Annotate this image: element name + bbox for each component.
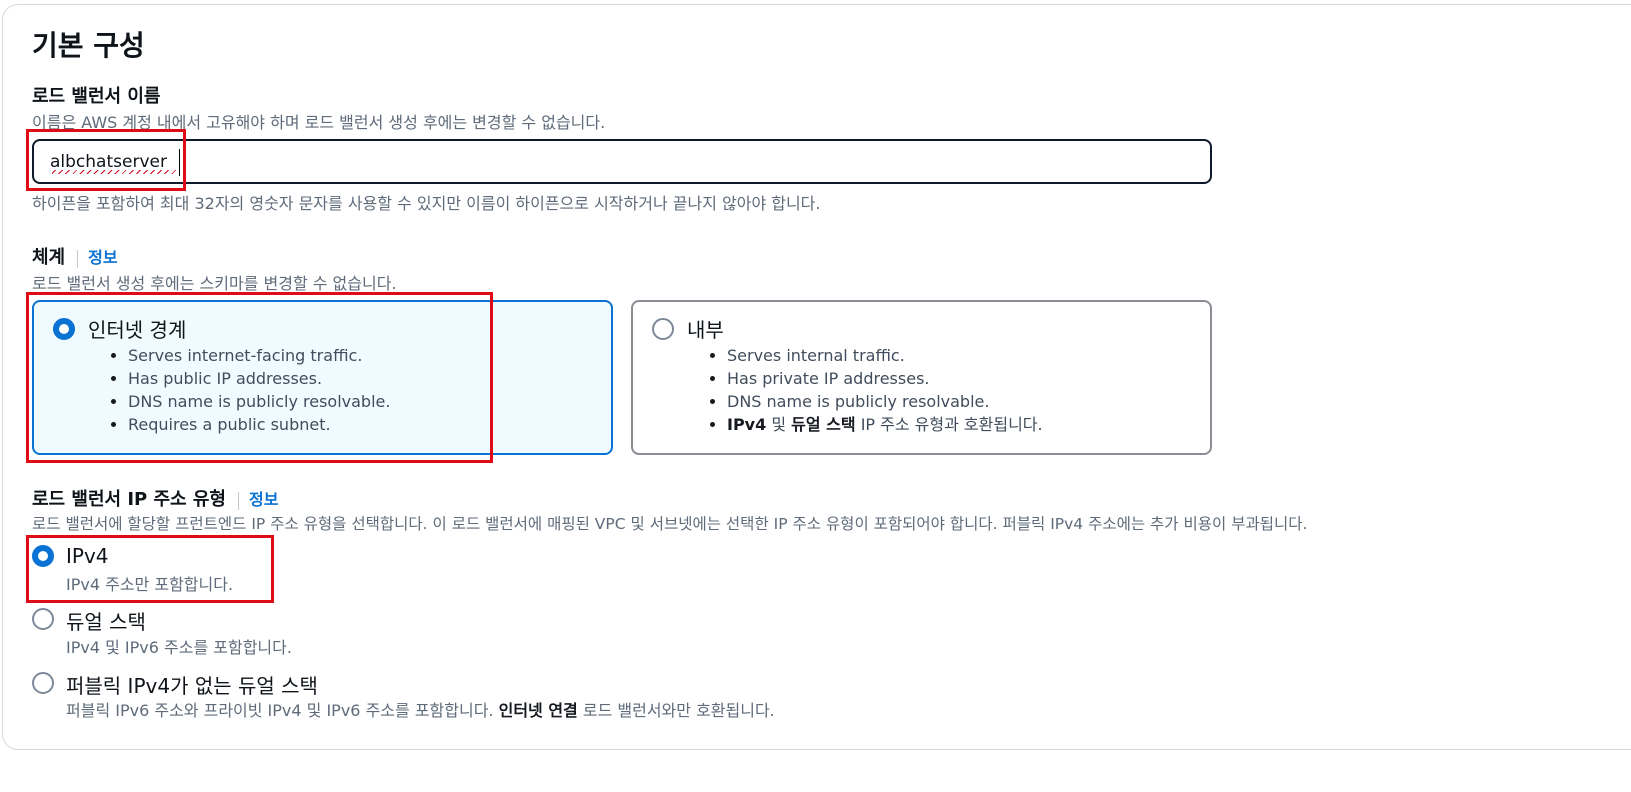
ip-option-ipv4-title[interactable]: IPv4 xyxy=(66,544,109,568)
ip-option-dualstack-title[interactable]: 듀얼 스택 xyxy=(66,606,146,635)
bullet-item: Requires a public subnet. xyxy=(128,413,390,436)
bold-internet-facing: 인터넷 연결 xyxy=(498,701,578,720)
internal-bullets: Serves internal traffic. Has private IP … xyxy=(707,344,1043,436)
bullet-item: Serves internet-facing traffic. xyxy=(128,344,390,367)
bullet-item: Has private IP addresses. xyxy=(727,367,1043,390)
ip-option-dualstack-no-ipv4-desc: 퍼블릭 IPv6 주소와 프라이빗 IPv4 및 IPv6 주소를 포함합니다.… xyxy=(66,697,775,721)
scheme-tile-internal[interactable]: 내부 Serves internal traffic. Has private … xyxy=(631,300,1212,455)
bullet-item-compat: IPv4 및 듀얼 스택 IP 주소 유형과 호환됩니다. xyxy=(727,413,1043,436)
lb-name-field[interactable] xyxy=(32,139,1212,184)
radio-internal[interactable] xyxy=(652,318,674,340)
ip-type-description: 로드 밸런서에 할당할 프런트엔드 IP 주소 유형을 선택합니다. 이 로드 … xyxy=(32,515,1308,533)
spellcheck-underline xyxy=(52,170,176,174)
radio-dualstack[interactable] xyxy=(32,608,54,630)
ip-type-label: 로드 밸런서 IP 주소 유형 xyxy=(32,489,226,510)
scheme-title-internet-facing: 인터넷 경계 xyxy=(88,318,187,342)
ip-option-ipv4-desc: IPv4 주소만 포함합니다. xyxy=(66,575,234,594)
ip-option-dualstack-no-ipv4-title[interactable]: 퍼블릭 IPv4가 없는 듀얼 스택 xyxy=(66,670,318,699)
bold-dualstack: 듀얼 스택 xyxy=(791,415,856,434)
scheme-info-link[interactable]: 정보 xyxy=(88,248,117,267)
radio-ipv4[interactable] xyxy=(32,545,54,567)
ip-type-header: 로드 밸런서 IP 주소 유형 정보 xyxy=(32,485,278,511)
section-title: 기본 구성 xyxy=(32,29,145,62)
separator xyxy=(77,249,79,268)
text: IP 주소 유형과 호환됩니다. xyxy=(855,415,1043,434)
text: 퍼블릭 IPv6 주소와 프라이빗 IPv4 및 IPv6 주소를 포함합니다. xyxy=(66,701,499,720)
bullet-item: Has public IP addresses. xyxy=(128,367,390,390)
text-caret xyxy=(179,149,180,176)
ip-option-dualstack-desc: IPv4 및 IPv6 주소를 포함합니다. xyxy=(66,638,292,657)
radio-dualstack-no-public-ipv4[interactable] xyxy=(32,672,54,694)
scheme-label: 체계 xyxy=(32,247,66,268)
radio-internet-facing[interactable] xyxy=(53,318,75,340)
text: 로드 밸런서와만 호환됩니다. xyxy=(577,701,775,720)
lb-name-input[interactable] xyxy=(50,148,1190,176)
scheme-title-internal: 내부 xyxy=(687,318,724,342)
internet-facing-bullets: Serves internet-facing traffic. Has publ… xyxy=(108,344,390,436)
scheme-header: 체계 정보 xyxy=(32,243,118,269)
scheme-tile-internet-facing[interactable]: 인터넷 경계 Serves internet-facing traffic. H… xyxy=(32,300,613,455)
lb-name-constraint: 하이픈을 포함하여 최대 32자의 영숫자 문자를 사용할 수 있지만 이름이 … xyxy=(32,194,821,213)
text: 및 xyxy=(766,415,792,434)
bullet-item: DNS name is publicly resolvable. xyxy=(727,390,1043,413)
ip-type-info-link[interactable]: 정보 xyxy=(249,490,278,509)
bullet-item: DNS name is publicly resolvable. xyxy=(128,390,390,413)
separator xyxy=(238,491,239,510)
bold-ipv4: IPv4 xyxy=(727,415,767,434)
bullet-item: Serves internal traffic. xyxy=(727,344,1043,367)
lb-name-label: 로드 밸런서 이름 xyxy=(32,86,161,107)
lb-name-description: 이름은 AWS 계정 내에서 고유해야 하며 로드 밸런서 생성 후에는 변경할… xyxy=(32,113,606,132)
scheme-description: 로드 밸런서 생성 후에는 스키마를 변경할 수 없습니다. xyxy=(32,274,397,293)
